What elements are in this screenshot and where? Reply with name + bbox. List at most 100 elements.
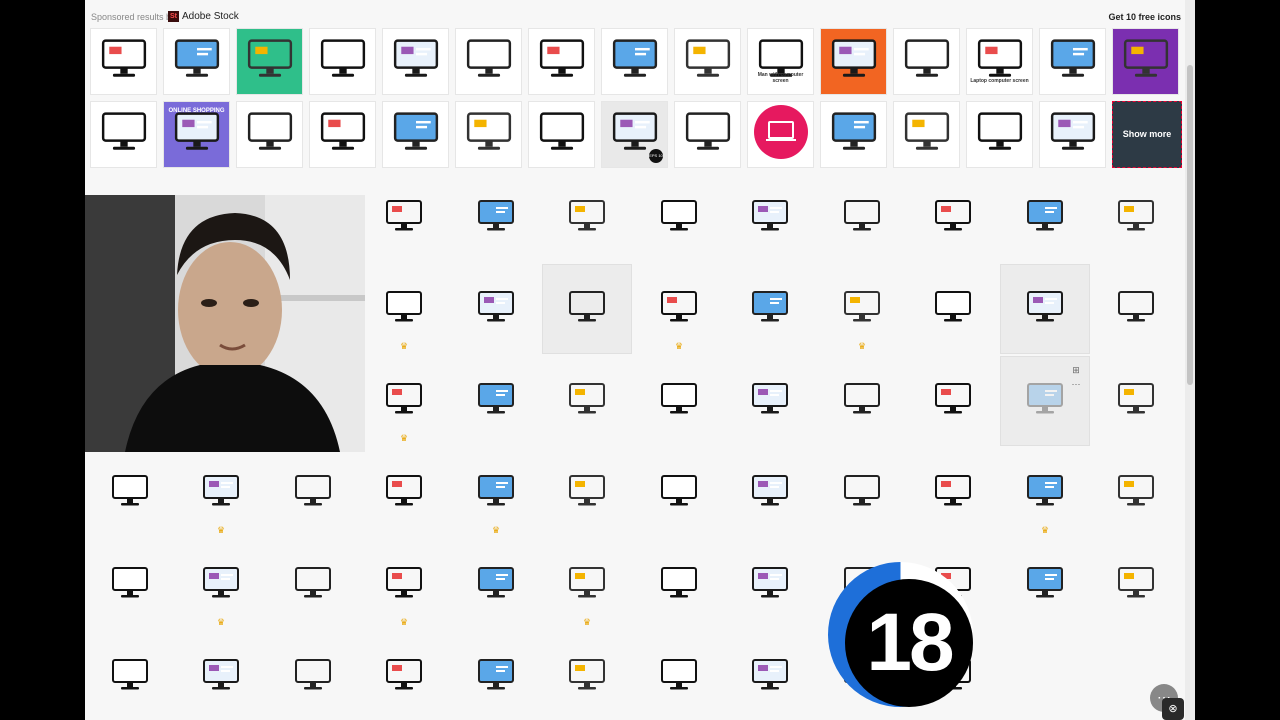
free-icons-link[interactable]: Get 10 free icons	[1108, 12, 1181, 22]
result-icon-card[interactable]	[908, 356, 998, 446]
result-icon-card[interactable]	[359, 448, 449, 538]
result-icon-card[interactable]	[1091, 264, 1181, 354]
result-icon-card[interactable]	[85, 448, 175, 538]
result-icon-card[interactable]	[634, 540, 724, 630]
sponsored-tile[interactable]	[236, 101, 303, 168]
globe-monitor-icon	[474, 561, 518, 610]
result-icon-card[interactable]	[542, 448, 632, 538]
sponsored-tile[interactable]	[601, 28, 668, 95]
page-scrollbar[interactable]	[1185, 0, 1195, 720]
user-desktop-icon	[1114, 377, 1158, 426]
result-icon-card[interactable]	[817, 448, 907, 538]
result-icon-card[interactable]	[725, 264, 815, 354]
result-icon-card[interactable]: ♛	[359, 264, 449, 354]
sponsored-tile[interactable]	[528, 28, 595, 95]
result-icon-card[interactable]	[1000, 540, 1090, 630]
result-icon-card[interactable]	[1091, 173, 1181, 263]
show-more-button[interactable]: Show more	[1112, 101, 1182, 168]
sponsored-tile[interactable]	[1112, 28, 1179, 95]
sponsored-tile[interactable]	[1039, 28, 1106, 95]
sponsored-tile[interactable]	[747, 101, 814, 168]
sponsored-tile[interactable]	[674, 101, 741, 168]
result-icon-card[interactable]	[359, 173, 449, 263]
result-icon-card[interactable]	[542, 632, 632, 720]
sponsored-tile[interactable]	[382, 101, 449, 168]
sponsored-tile[interactable]	[236, 28, 303, 95]
result-icon-card[interactable]: ♛	[359, 356, 449, 446]
scrollbar-thumb[interactable]	[1187, 65, 1193, 385]
result-icon-card[interactable]	[268, 632, 358, 720]
sponsored-tile[interactable]: EPS 10	[601, 101, 668, 168]
extension-button[interactable]: ⊗	[1162, 698, 1184, 720]
sponsored-tile[interactable]	[674, 28, 741, 95]
sponsored-tile[interactable]: Laptop computer screen	[966, 28, 1033, 95]
result-icon-card[interactable]	[451, 264, 541, 354]
sponsored-tile[interactable]	[455, 28, 522, 95]
sponsored-tile[interactable]	[893, 101, 960, 168]
result-icon-card[interactable]	[1091, 356, 1181, 446]
more-options-icon[interactable]: ⋯	[1069, 377, 1083, 391]
collection-add-icon[interactable]: ⊞	[1069, 363, 1083, 377]
result-icon-card[interactable]	[725, 540, 815, 630]
result-icon-card[interactable]	[908, 264, 998, 354]
result-icon-card[interactable]	[634, 632, 724, 720]
result-icon-card[interactable]: ♛	[1000, 448, 1090, 538]
sponsored-tile[interactable]	[309, 101, 376, 168]
result-icon-card[interactable]: ♛	[359, 540, 449, 630]
result-icon-card[interactable]	[634, 448, 724, 538]
result-icon-card[interactable]	[451, 356, 541, 446]
result-icon-card[interactable]	[725, 356, 815, 446]
result-icon-card[interactable]	[359, 632, 449, 720]
sponsored-tile[interactable]	[820, 101, 887, 168]
result-icon-card[interactable]: ♛	[542, 540, 632, 630]
result-icon-card[interactable]	[725, 632, 815, 720]
result-icon-card[interactable]: ♛	[176, 540, 266, 630]
result-icon-card[interactable]: ♛	[451, 448, 541, 538]
sponsored-tile[interactable]	[90, 101, 157, 168]
result-icon-card[interactable]	[1091, 448, 1181, 538]
result-icon-card[interactable]	[451, 632, 541, 720]
adobe-stock-link[interactable]: St Adobe Stock	[168, 11, 239, 22]
result-icon-card[interactable]	[542, 356, 632, 446]
result-icon-card[interactable]	[725, 173, 815, 263]
result-icon-card[interactable]: ♛	[634, 264, 724, 354]
person-monitor-icon	[1114, 561, 1158, 610]
result-icon-card[interactable]	[85, 632, 175, 720]
result-icon-card[interactable]	[634, 356, 724, 446]
sponsored-tile[interactable]	[90, 28, 157, 95]
result-icon-card[interactable]	[1091, 540, 1181, 630]
result-icon-card[interactable]	[725, 448, 815, 538]
result-icon-card[interactable]	[908, 173, 998, 263]
result-icon-card[interactable]	[542, 173, 632, 263]
sponsored-tile[interactable]	[528, 101, 595, 168]
tv-black-icon	[657, 377, 701, 426]
result-icon-card[interactable]	[176, 632, 266, 720]
result-icon-card[interactable]	[85, 540, 175, 630]
sponsored-tile[interactable]	[455, 101, 522, 168]
result-icon-card[interactable]	[908, 448, 998, 538]
result-icon-card[interactable]: ♛	[176, 448, 266, 538]
result-icon-card[interactable]	[542, 264, 632, 354]
result-icon-card[interactable]	[451, 173, 541, 263]
webcam-lamp-monitor-icon	[931, 377, 975, 426]
sponsored-tile[interactable]	[893, 28, 960, 95]
result-icon-card[interactable]	[817, 356, 907, 446]
sponsored-tile[interactable]	[966, 101, 1033, 168]
sponsored-tile[interactable]	[309, 28, 376, 95]
result-icon-card[interactable]	[1000, 173, 1090, 263]
result-icon-card[interactable]	[634, 173, 724, 263]
premium-crown-icon: ♛	[675, 341, 684, 351]
sponsored-tile[interactable]	[163, 28, 230, 95]
sponsored-tile[interactable]	[820, 28, 887, 95]
result-icon-card[interactable]: ♛	[817, 264, 907, 354]
result-icon-card[interactable]	[817, 173, 907, 263]
sponsored-tile[interactable]: ONLINE SHOPPING	[163, 101, 230, 168]
result-icon-card[interactable]: ⊞ ⋯	[1000, 356, 1090, 446]
sponsored-tile[interactable]	[382, 28, 449, 95]
result-icon-card[interactable]	[268, 540, 358, 630]
result-icon-card[interactable]	[1000, 264, 1090, 354]
result-icon-card[interactable]	[451, 540, 541, 630]
sponsored-tile[interactable]	[1039, 101, 1106, 168]
sponsored-tile[interactable]: Man with computer screen	[747, 28, 814, 95]
result-icon-card[interactable]	[268, 448, 358, 538]
